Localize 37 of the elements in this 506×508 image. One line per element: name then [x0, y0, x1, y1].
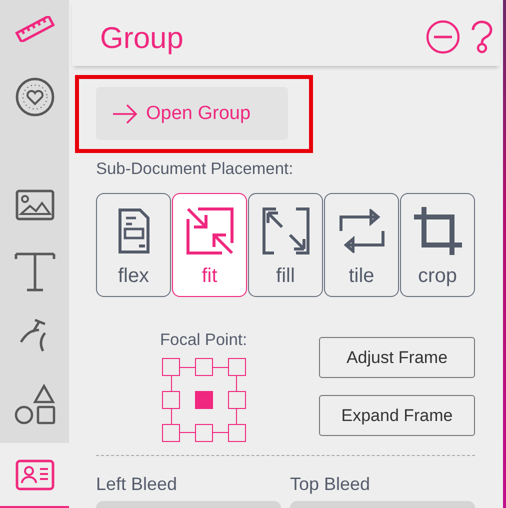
- frame-button[interactable]: Adjust Frame: [319, 337, 475, 378]
- focal-point-handle[interactable]: [162, 424, 180, 442]
- heart-badge-icon: [14, 77, 54, 117]
- sidebar-tab[interactable]: [0, 443, 69, 508]
- contact-card-icon: [14, 458, 54, 490]
- minus-circle-icon[interactable]: [426, 20, 460, 54]
- focal-point-handle[interactable]: [194, 424, 212, 442]
- expand-arrows-icon: [262, 207, 310, 255]
- shrink-arrows-icon: [186, 207, 234, 255]
- placement-label: Sub-Document Placement:: [96, 160, 294, 179]
- help-icon[interactable]: [470, 20, 494, 54]
- focal-point-handle[interactable]: [162, 358, 180, 376]
- focal-point-label: Focal Point:: [160, 331, 248, 350]
- image-icon: [14, 189, 54, 221]
- bleed-label: Left Bleed: [96, 474, 178, 495]
- shapes-icon: [14, 384, 56, 426]
- arrow-right-icon: [112, 104, 138, 124]
- focal-point-handle[interactable]: [228, 391, 246, 409]
- repeat-arrows-icon: [338, 209, 386, 253]
- ruler-icon: [14, 16, 54, 42]
- document-icon: [116, 207, 150, 255]
- bleed-label: Top Bleed: [290, 474, 372, 495]
- placement-option[interactable]: fit: [172, 193, 247, 297]
- placement-option[interactable]: fill: [248, 193, 323, 297]
- crop-icon: [414, 207, 462, 255]
- focal-point-handle[interactable]: [194, 391, 212, 409]
- placement-option[interactable]: crop: [400, 193, 475, 297]
- placement-option[interactable]: flex: [96, 193, 171, 297]
- focal-point-handle[interactable]: [162, 391, 180, 409]
- focal-point-handle[interactable]: [228, 424, 246, 442]
- open-group-button[interactable]: Open Group: [96, 87, 288, 140]
- focal-point-handle[interactable]: [194, 358, 212, 376]
- frame-button[interactable]: Expand Frame: [319, 395, 475, 436]
- panel-title: Group: [100, 21, 184, 56]
- placement-option[interactable]: tile: [324, 193, 399, 297]
- focal-point-handle[interactable]: [228, 358, 246, 376]
- text-icon: [14, 250, 56, 292]
